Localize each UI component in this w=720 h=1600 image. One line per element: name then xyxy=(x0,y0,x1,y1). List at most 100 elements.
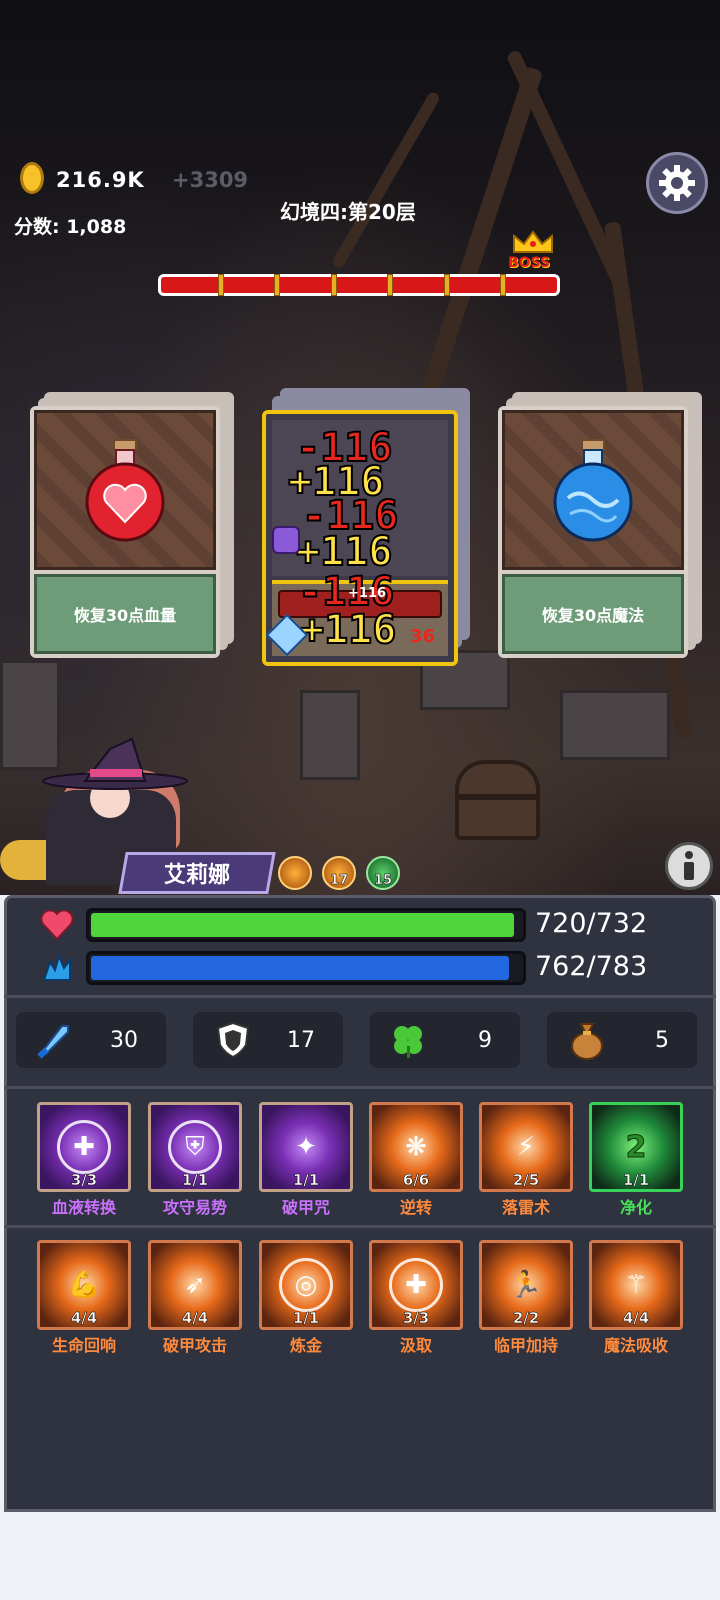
skill-armor-break-attack[interactable]: ➶ 4/4 破甲攻击 xyxy=(147,1240,243,1356)
skill-armor-break-curse[interactable]: ✦ 1/1 破甲咒 xyxy=(258,1102,354,1218)
boss-label: BOSS xyxy=(508,255,551,271)
card-art xyxy=(34,410,216,570)
lightning-icon: ⚡ xyxy=(516,1132,536,1162)
red-heart-potion-icon xyxy=(85,439,165,542)
attack-value: 36 xyxy=(410,626,436,647)
game-scene: 216.9K +3309 分数: 1,088 幻境四:第20层 BOSS 恢复3… xyxy=(0,0,720,895)
skill-life-echo[interactable]: 💪 4/4 生命回响 xyxy=(36,1240,132,1356)
skill-armor-blessing[interactable]: 🏃 2/2 临甲加持 xyxy=(478,1240,574,1356)
skill-charges: 4/4 xyxy=(622,1309,650,1328)
gold-bonus-value: 5 xyxy=(655,1027,669,1053)
skill-name: 汲取 xyxy=(399,1336,432,1355)
skill-charges: 4/4 xyxy=(70,1309,98,1328)
skill-blood-conversion[interactable]: ✚ 3/3 血液转换 xyxy=(36,1102,132,1218)
skill-name: 落雷术 xyxy=(501,1198,550,1217)
tree-branch xyxy=(330,90,442,270)
stat-luck[interactable]: 9 xyxy=(370,1012,520,1068)
mp-bar-fill xyxy=(91,956,510,980)
card-heal-mp[interactable]: 恢复30点魔法 xyxy=(498,406,688,658)
hp-bar-fill xyxy=(91,913,515,937)
buff-value: 17 xyxy=(329,873,349,889)
crystal-burst-icon: ✦ xyxy=(295,1132,317,1162)
blood-drop-icon: ✚ xyxy=(57,1120,111,1174)
stage-progress-tick xyxy=(500,274,507,296)
coin-icon xyxy=(20,162,44,194)
skill-stance-swap[interactable]: ⛨ 1/1 攻守易势 xyxy=(147,1102,243,1218)
skill-tile: ⚡ 2/5 xyxy=(479,1102,573,1192)
buff-person[interactable] xyxy=(278,856,312,890)
mp-bar xyxy=(86,951,526,985)
gold-delta: +3309 xyxy=(172,168,249,192)
gold-amount: 216.9K xyxy=(56,168,145,192)
ruin-stone xyxy=(300,690,360,780)
heal-cross-icon: ✚ xyxy=(389,1258,443,1312)
skill-tile: 2 1/1 xyxy=(589,1102,683,1192)
buff-shield[interactable]: 17 xyxy=(322,856,356,890)
skill-tile: ✦ 1/1 xyxy=(259,1102,353,1192)
stage-progress-tick xyxy=(387,274,394,296)
witch-hat-icon xyxy=(42,737,188,790)
skill-tile: ✚ 3/3 xyxy=(37,1102,131,1192)
skill-tile: ◎ 1/1 xyxy=(259,1240,353,1330)
stage-progress-tick xyxy=(330,274,337,296)
stage-progress-tick xyxy=(443,274,450,296)
stage-progress-tick xyxy=(217,274,224,296)
stat-attack[interactable]: 30 xyxy=(16,1012,166,1068)
stage-progress-tick xyxy=(274,274,281,296)
skill-tile: ➶ 4/4 xyxy=(148,1240,242,1330)
skill-alchemy[interactable]: ◎ 1/1 炼金 xyxy=(258,1240,354,1356)
skill-purify[interactable]: 2 1/1 净化 xyxy=(588,1102,684,1218)
enemy-card[interactable]: -116 +116 -116 +116 -116 +116 +116 36 xyxy=(262,410,458,666)
skill-charges: 1/1 xyxy=(622,1171,650,1190)
skill-charges: 1/1 xyxy=(292,1309,320,1328)
skill-name: 净化 xyxy=(619,1198,652,1217)
card-caption: 恢复30点魔法 xyxy=(502,574,684,654)
skill-name: 破甲咒 xyxy=(281,1198,330,1217)
card-heal-hp[interactable]: 恢复30点血量 xyxy=(30,406,220,658)
clover-icon xyxy=(394,1026,422,1058)
skill-name: 临甲加持 xyxy=(493,1336,558,1355)
stat-defense[interactable]: 17 xyxy=(193,1012,343,1068)
shield-icon xyxy=(216,1021,250,1059)
swirl-icon: ❋ xyxy=(405,1132,427,1162)
skill-name: 破甲攻击 xyxy=(162,1336,227,1355)
skill-tile: ⚚ 4/4 xyxy=(589,1240,683,1330)
buff-arrow-up[interactable]: 15 xyxy=(366,856,400,890)
money-bag-icon xyxy=(571,1023,603,1060)
stage-progress-bar xyxy=(158,274,560,296)
skill-tile: 💪 4/4 xyxy=(37,1240,131,1330)
card-caption: 恢复30点血量 xyxy=(34,574,216,654)
skill-name: 逆转 xyxy=(399,1198,432,1217)
skill-name: 炼金 xyxy=(289,1336,322,1355)
stat-gold-bonus[interactable]: 5 xyxy=(547,1012,697,1068)
buff-value: 15 xyxy=(373,873,393,889)
mana-flame-icon xyxy=(42,952,71,981)
skill-charges: 3/3 xyxy=(70,1171,98,1190)
skill-tile: ⛨ 1/1 xyxy=(148,1102,242,1192)
skill-tile: ❋ 6/6 xyxy=(369,1102,463,1192)
divider xyxy=(4,995,716,998)
settings-button[interactable] xyxy=(646,152,708,214)
skill-charges: 6/6 xyxy=(402,1171,430,1190)
winged-staff-icon: ⚚ xyxy=(624,1270,648,1300)
stage-progress-fill xyxy=(161,274,557,296)
skill-magic-absorb[interactable]: ⚚ 4/4 魔法吸收 xyxy=(588,1240,684,1356)
ghost-icon xyxy=(272,526,300,554)
skill-name: 魔法吸收 xyxy=(603,1336,668,1355)
skill-charges: 1/1 xyxy=(292,1171,320,1190)
skill-reverse[interactable]: ❋ 6/6 逆转 xyxy=(368,1102,464,1218)
skill-drain[interactable]: ✚ 3/3 汲取 xyxy=(368,1240,464,1356)
bow-icon: ➶ xyxy=(184,1270,206,1300)
info-button[interactable] xyxy=(665,842,713,890)
skill-tile: ✚ 3/3 xyxy=(369,1240,463,1330)
flexed-arm-icon: 💪 xyxy=(67,1270,101,1300)
ruin-stone xyxy=(560,690,670,760)
target-icon: ◎ xyxy=(279,1258,333,1312)
level-title: 幻境四:第20层 xyxy=(280,200,416,224)
skill-thunder[interactable]: ⚡ 2/5 落雷术 xyxy=(478,1102,574,1218)
skill-charges: 2/5 xyxy=(512,1171,540,1190)
card-art xyxy=(502,410,684,570)
character-name-tag[interactable]: 艾莉娜 xyxy=(118,852,276,894)
runner-icon: 🏃 xyxy=(509,1270,543,1300)
cooldown-number: 2 xyxy=(625,1129,647,1165)
